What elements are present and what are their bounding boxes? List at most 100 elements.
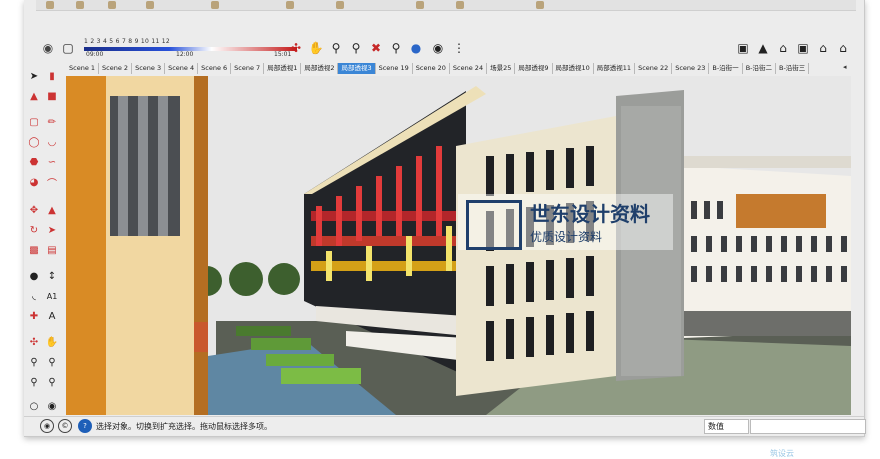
polygon-icon[interactable]: ⬣ xyxy=(26,154,42,170)
slider-mid-time: 12:00 xyxy=(176,51,194,58)
paint-bucket-icon[interactable]: ▲ xyxy=(26,88,42,104)
watermark-text: 筑设云 xyxy=(770,449,794,458)
dimension-icon[interactable]: ↕ xyxy=(44,268,60,284)
toolbar-icon[interactable] xyxy=(108,1,116,9)
model-viewport[interactable]: 世东设计资料 优质设计资料 xyxy=(66,76,851,415)
front-view-icon[interactable]: ▣ xyxy=(793,38,813,58)
tape-measure-icon[interactable]: ● xyxy=(26,268,42,284)
zoom-window-icon[interactable]: ⚲ xyxy=(346,38,366,58)
scene-tab[interactable]: Scene 6 xyxy=(198,63,232,74)
credits-icon[interactable]: © xyxy=(58,419,72,433)
scene-tab[interactable]: Scene 20 xyxy=(413,63,450,74)
scene-tab[interactable]: Scene 1 xyxy=(66,63,100,74)
scene-tab[interactable]: B-沿街二 xyxy=(743,63,776,74)
geo-location-icon[interactable]: ◉ xyxy=(40,419,54,433)
iso-view-icon[interactable]: ▲ xyxy=(753,38,773,58)
circle-icon[interactable]: ◯ xyxy=(26,134,42,150)
scene-tab[interactable]: Scene 22 xyxy=(635,63,673,74)
toolbar-icon[interactable] xyxy=(536,1,544,9)
scene-tab[interactable]: 局部透视3 xyxy=(338,63,376,74)
zoom-icon[interactable]: ⚲ xyxy=(26,354,42,370)
toolbar-icon[interactable] xyxy=(286,1,294,9)
3d-text-icon[interactable]: A xyxy=(44,308,60,324)
freehand-icon[interactable]: ∽ xyxy=(44,154,60,170)
scene-tab[interactable]: Scene 2 xyxy=(99,63,133,74)
watermark-subtitle: 优质设计资料 xyxy=(530,230,603,244)
rotate-icon[interactable]: ↻ xyxy=(26,222,42,238)
month-numbers: 1 2 3 4 5 6 7 8 9 10 11 12 xyxy=(84,38,171,45)
slider-start-time: 09:00 xyxy=(86,51,104,58)
pie-icon[interactable]: ◕ xyxy=(26,174,42,190)
scene-tab[interactable]: Scene 3 xyxy=(132,63,166,74)
arc-3pt-icon[interactable]: ⌒ xyxy=(44,174,60,190)
toolbar-icon[interactable] xyxy=(456,1,464,9)
zoom-window-icon[interactable]: ⚲ xyxy=(44,354,60,370)
previous-icon[interactable]: ⚲ xyxy=(44,374,60,390)
move-icon[interactable]: ✥ xyxy=(26,202,42,218)
scene-tab[interactable]: 局部透视10 xyxy=(553,63,594,74)
push-pull-icon[interactable]: ▲ xyxy=(44,202,60,218)
toolbar-top xyxy=(36,0,856,11)
arc-icon[interactable]: ◡ xyxy=(44,134,60,150)
tool-palette: ➤ ▮ ▲ ■ ▢ ✏ ◯ ◡ ⬣ ∽ ◕ ⌒ ✥ ▲ ↻ ➤ ▩ ▤ ● ↕ … xyxy=(24,66,64,416)
make-component-icon[interactable]: ■ xyxy=(44,88,60,104)
zoom-extents-icon[interactable]: ⚲ xyxy=(26,374,42,390)
offset-icon[interactable]: ▤ xyxy=(44,242,60,258)
scene-tab[interactable]: Scene 7 xyxy=(231,63,265,74)
line-icon[interactable]: ✏ xyxy=(44,114,60,130)
scene-tab[interactable]: Scene 19 xyxy=(376,63,413,74)
pan-icon[interactable]: ✋ xyxy=(306,38,326,58)
toolbar-icon[interactable] xyxy=(46,1,54,9)
scene-tab[interactable]: Scene 24 xyxy=(450,63,488,74)
rectangle-icon[interactable]: ▢ xyxy=(26,114,42,130)
toolbar-icon[interactable] xyxy=(211,1,219,9)
watermark-title: 世东设计资料 xyxy=(530,202,650,226)
zoom-icon[interactable]: ⚲ xyxy=(326,38,346,58)
status-message: 选择对象。切换到扩充选择。拖动鼠标选择多项。 xyxy=(96,422,272,431)
scene-tab[interactable]: B-沿街三 xyxy=(776,63,810,74)
zoom-extents-icon[interactable]: ✖ xyxy=(366,38,386,58)
scene-tab[interactable]: Scene 23 xyxy=(672,63,710,74)
orbit-icon[interactable]: ✣ xyxy=(26,334,42,350)
scene-tab[interactable]: 局部透视1 xyxy=(264,63,302,74)
text-tool-icon[interactable]: A1 xyxy=(44,288,60,304)
toolbar-icon[interactable] xyxy=(336,1,344,9)
look-around-icon[interactable]: ◉ xyxy=(428,38,448,58)
scene-tab[interactable]: Scene 4 xyxy=(165,63,199,74)
scale-icon[interactable]: ▩ xyxy=(26,242,42,258)
toolbar-icon[interactable] xyxy=(416,1,424,9)
value-label: 数值 xyxy=(704,419,749,434)
slider-end-time: 15:01 xyxy=(274,51,292,58)
footprints-icon[interactable]: ⋮ xyxy=(449,38,469,58)
scene-tab[interactable]: 局部透视2 xyxy=(301,63,339,74)
eraser-icon[interactable]: ▢ xyxy=(58,38,78,58)
scene-tab[interactable]: B-沿街一 xyxy=(709,63,743,74)
components-icon[interactable]: ▣ xyxy=(733,38,753,58)
look-around-icon[interactable]: ◉ xyxy=(44,398,60,414)
scene-tab[interactable]: 场景25 xyxy=(487,63,516,74)
scene-tab[interactable]: 局部透视11 xyxy=(594,63,636,74)
status-bar: ◉ © ? 选择对象。切换到扩充选择。拖动鼠标选择多项。 数值 xyxy=(24,416,866,435)
select-arrow-icon[interactable]: ➤ xyxy=(26,68,42,84)
pan-icon[interactable]: ✋ xyxy=(44,334,60,350)
follow-me-icon[interactable]: ➤ xyxy=(44,222,60,238)
toolbar-icon[interactable] xyxy=(76,1,84,9)
back-view-icon[interactable]: ⌂ xyxy=(833,38,853,58)
previous-view-icon[interactable]: ⚲ xyxy=(386,38,406,58)
position-camera-icon[interactable]: ○ xyxy=(26,398,42,414)
walk-icon[interactable]: ● xyxy=(406,38,426,58)
right-view-icon[interactable]: ⌂ xyxy=(813,38,833,58)
protractor-icon[interactable]: ◟ xyxy=(26,288,42,304)
value-input[interactable] xyxy=(750,419,866,434)
scene-tab[interactable]: 局部透视9 xyxy=(515,63,553,74)
help-icon[interactable]: ? xyxy=(78,419,92,433)
shadow-time-slider[interactable]: 1 2 3 4 5 6 7 8 9 10 11 12 09:00 12:00 1… xyxy=(84,38,297,58)
watermark-logo: 世东设计资料 优质设计资料 xyxy=(458,194,673,250)
eye-icon[interactable]: ◉ xyxy=(38,38,58,58)
axes-icon[interactable]: ✚ xyxy=(26,308,42,324)
tree-icon xyxy=(268,263,300,295)
top-view-icon[interactable]: ⌂ xyxy=(773,38,793,58)
toolbar-icon[interactable] xyxy=(146,1,154,9)
tab-scroll-arrow[interactable]: ◂ xyxy=(843,62,851,73)
eraser-icon[interactable]: ▮ xyxy=(44,68,60,84)
